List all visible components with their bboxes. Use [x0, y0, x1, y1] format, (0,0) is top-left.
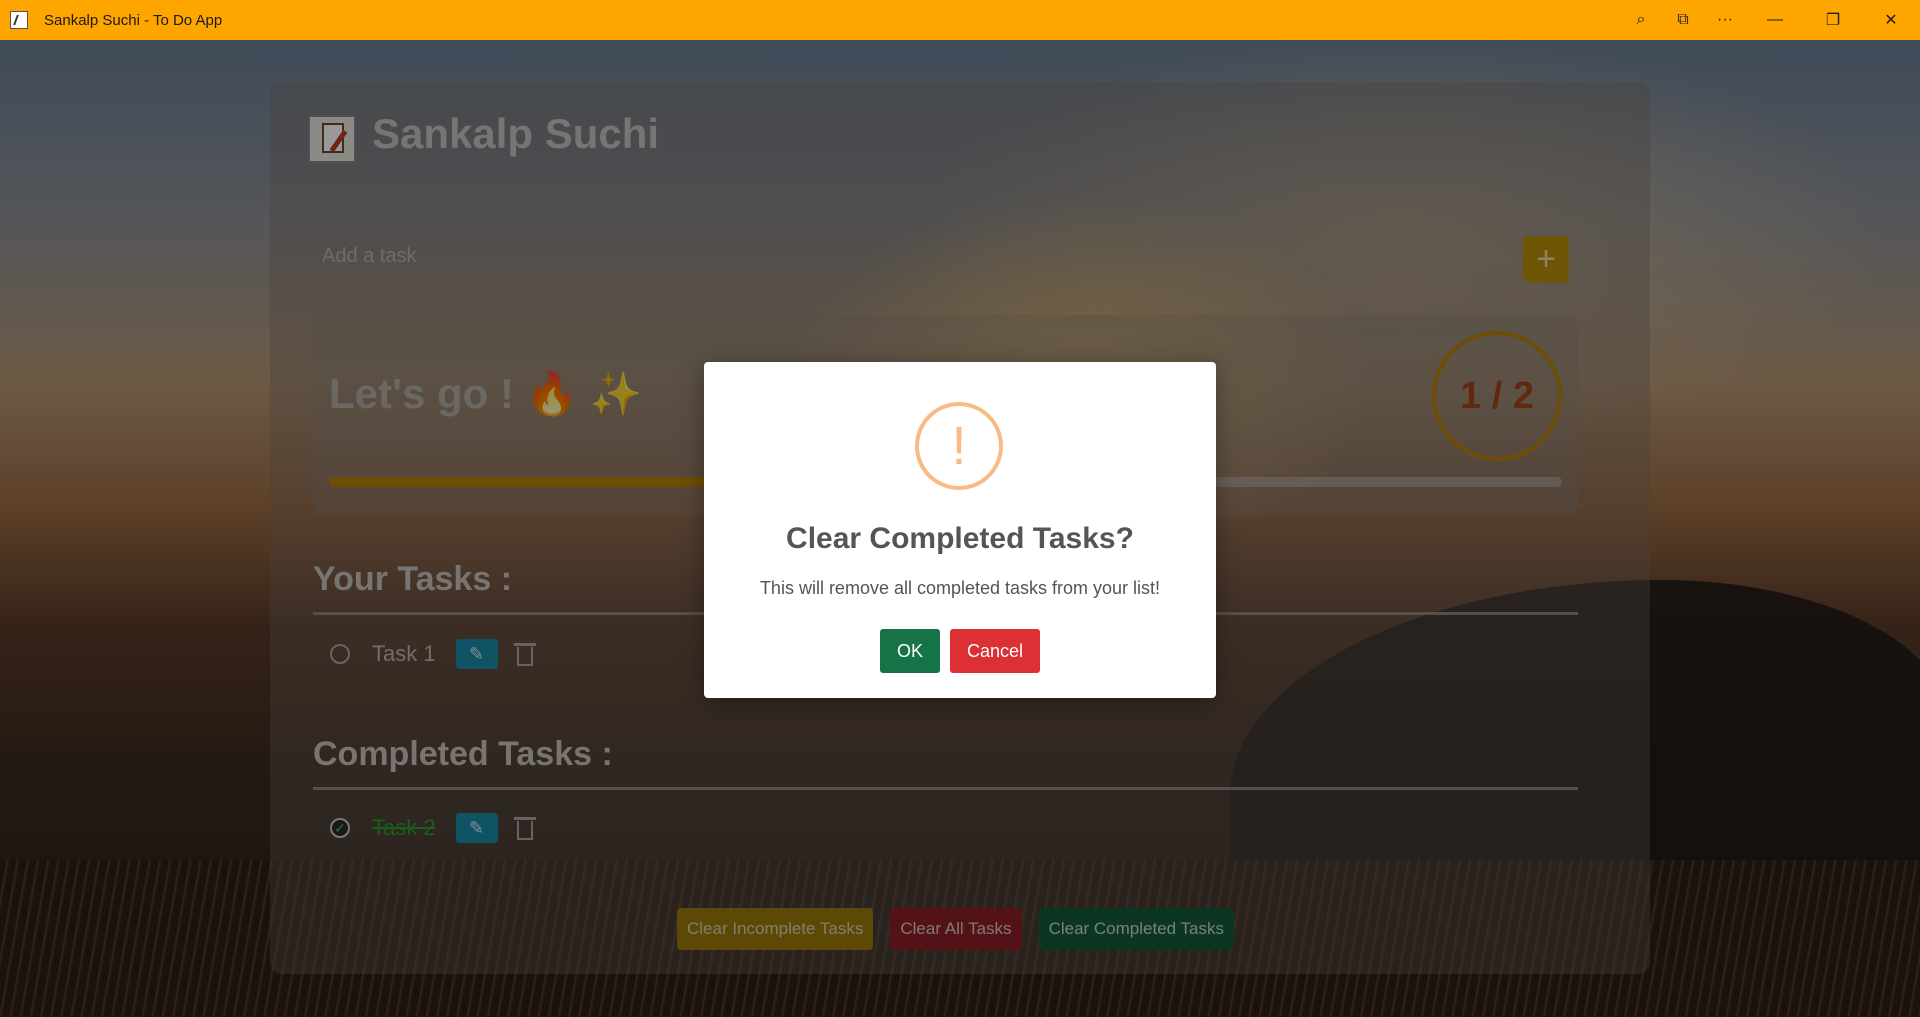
warning-icon: ! — [915, 402, 1003, 490]
window-titlebar: Sankalp Suchi - To Do App ⌕ ⧉ ··· — ❐ ✕ — [0, 0, 1920, 40]
dialog-actions: OK Cancel — [704, 629, 1216, 673]
window-controls: ⌕ ⧉ ··· — ❐ ✕ — [1620, 0, 1920, 40]
cancel-button[interactable]: Cancel — [950, 629, 1040, 673]
window-title: Sankalp Suchi - To Do App — [44, 11, 223, 29]
dialog-message: This will remove all completed tasks fro… — [759, 578, 1161, 598]
app-notepad-icon — [10, 11, 28, 29]
devices-icon[interactable]: ⧉ — [1662, 0, 1704, 40]
zoom-icon[interactable]: ⌕ — [1620, 0, 1662, 40]
ok-button[interactable]: OK — [880, 629, 940, 673]
confirm-dialog: ! Clear Completed Tasks? This will remov… — [704, 362, 1216, 698]
more-icon[interactable]: ··· — [1704, 0, 1746, 40]
close-button[interactable]: ✕ — [1862, 0, 1920, 40]
dialog-title: Clear Completed Tasks? — [786, 522, 1134, 555]
restore-button[interactable]: ❐ — [1804, 0, 1862, 40]
minimize-button[interactable]: — — [1746, 0, 1804, 40]
